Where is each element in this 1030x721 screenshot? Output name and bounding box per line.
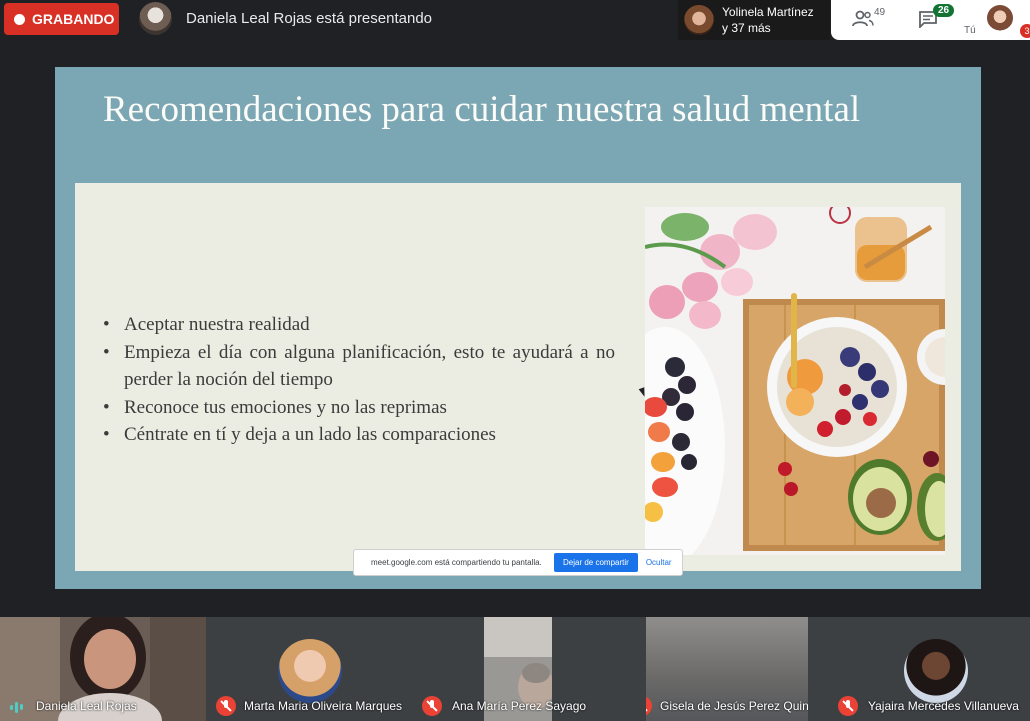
participant-name: Marta Maria Oliveira Marques <box>244 699 403 713</box>
hide-banner-button[interactable]: Ocultar <box>646 558 672 567</box>
mic-off-icon <box>422 696 442 716</box>
slide-content: Aceptar nuestra realidad Empieza el día … <box>75 183 961 571</box>
participant-avatar <box>904 639 968 703</box>
participant-tile[interactable]: Gisela de Jesús Perez Quint... <box>646 617 808 721</box>
participant-preview-more: y 37 más <box>722 21 771 35</box>
people-count: 49 <box>874 7 886 18</box>
participant-name: Ana María Perez Sayago <box>452 699 587 713</box>
slide-bullet: Céntrate en tí y deja a un lado las comp… <box>103 421 615 449</box>
participant-preview-text: Yolinela Martínez y 37 más <box>722 4 814 36</box>
stop-sharing-button[interactable]: Dejar de compartir <box>554 553 638 572</box>
self-avatar[interactable] <box>987 5 1013 31</box>
slide-bullet: Empieza el día con alguna planificación,… <box>103 339 615 394</box>
participant-tile[interactable]: Yajaira Mercedes Villanueva <box>808 617 1030 721</box>
presenter-avatar <box>139 2 172 35</box>
participant-name: Daniela Leal Rojas <box>36 699 137 713</box>
screen-share-banner: meet.google.com está compartiendo tu pan… <box>353 549 683 576</box>
participant-tile[interactable]: Daniela Leal Rojas <box>0 617 206 721</box>
participant-tile[interactable]: Ana María Perez Sayago <box>412 617 646 721</box>
speaking-indicator-icon <box>10 701 28 713</box>
slide-title: Recomendaciones para cuidar nuestra salu… <box>103 89 861 130</box>
slide-bullet: Reconoce tus emociones y no las reprimas <box>103 394 615 422</box>
mic-off-icon <box>216 696 236 716</box>
meet-window: GRABANDO Daniela Leal Rojas está present… <box>0 0 1030 721</box>
mic-off-icon <box>838 696 858 716</box>
participant-preview-avatar <box>684 5 714 35</box>
presenter-status: Daniela Leal Rojas está presentando <box>186 10 432 27</box>
presentation-slide: Recomendaciones para cuidar nuestra salu… <box>55 67 981 589</box>
recording-label: GRABANDO <box>32 11 115 27</box>
chat-count-badge: 26 <box>933 4 955 17</box>
share-banner-text: meet.google.com está compartiendo tu pan… <box>371 558 542 567</box>
self-label: Tú <box>964 25 976 36</box>
slide-bullet-list: Aceptar nuestra realidad Empieza el día … <box>103 311 615 449</box>
record-dot-icon <box>14 13 25 25</box>
healthy-food-image <box>645 207 945 555</box>
participant-preview-name: Yolinela Martínez <box>722 5 814 19</box>
participant-name: Gisela de Jesús Perez Quint... <box>660 699 808 713</box>
recording-indicator[interactable]: GRABANDO <box>4 3 119 35</box>
participants-preview[interactable]: Yolinela Martínez y 37 más <box>678 0 830 40</box>
people-icon[interactable] <box>852 10 874 28</box>
participant-tile[interactable]: Marta Maria Oliveira Marques <box>206 617 412 721</box>
alert-badge: 3 <box>1020 24 1030 38</box>
participant-strip: Daniela Leal Rojas Marta Maria Oliveira … <box>0 617 1030 721</box>
participant-avatar <box>278 639 342 703</box>
slide-bullet: Aceptar nuestra realidad <box>103 311 615 339</box>
participant-name: Yajaira Mercedes Villanueva <box>868 699 1019 713</box>
